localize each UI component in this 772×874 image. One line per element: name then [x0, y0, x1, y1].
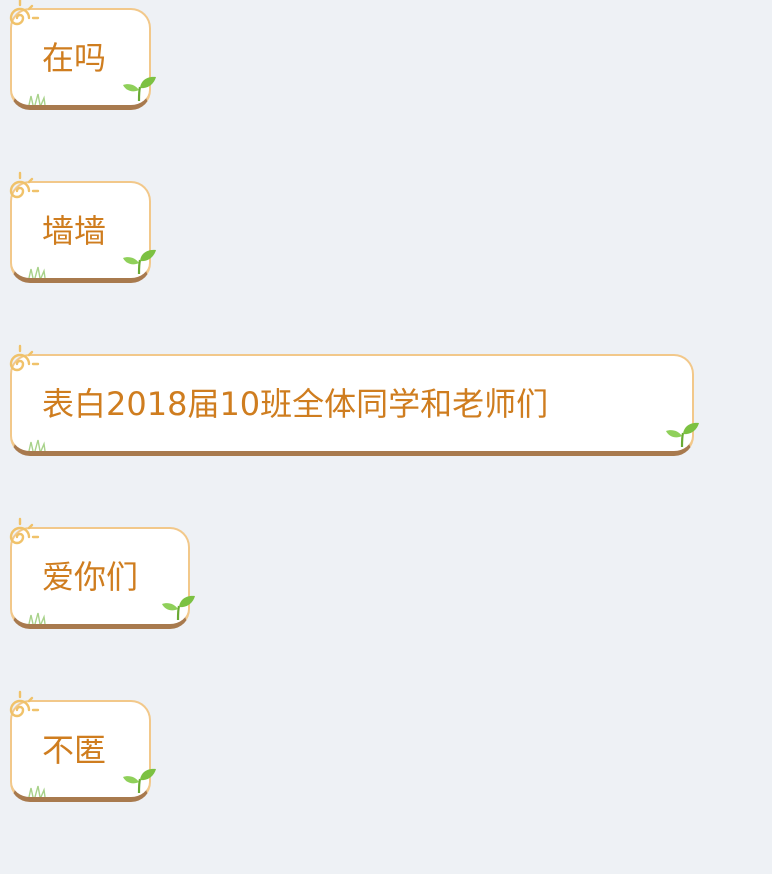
grass-icon: [28, 612, 46, 624]
grass-icon: [28, 785, 46, 797]
message-bubble[interactable]: 爱你们: [9, 517, 195, 629]
sprout-icon: [123, 768, 156, 794]
sprout-icon: [162, 595, 195, 621]
message-text: 在吗: [42, 38, 107, 77]
message-text: 不匿: [42, 730, 107, 769]
sprout-icon: [123, 76, 156, 102]
message-bubble[interactable]: 在吗: [9, 0, 156, 110]
grass-icon: [28, 266, 46, 278]
message-bubble[interactable]: 墙墙: [9, 171, 156, 283]
message-bubble[interactable]: 表白2018届10班全体同学和老师们: [9, 344, 699, 456]
message-text: 表白2018届10班全体同学和老师们: [42, 384, 549, 423]
sprout-icon: [123, 249, 156, 275]
message-text: 爱你们: [42, 557, 139, 596]
sun-icon: [9, 0, 40, 26]
sun-icon: [9, 517, 40, 545]
grass-icon: [28, 93, 46, 105]
message-text: 墙墙: [42, 211, 107, 250]
sun-icon: [9, 171, 40, 199]
sprout-icon: [666, 422, 699, 448]
message-bubble[interactable]: 不匿: [9, 690, 156, 802]
sun-icon: [9, 344, 40, 372]
grass-icon: [28, 439, 46, 451]
sun-icon: [9, 690, 40, 718]
